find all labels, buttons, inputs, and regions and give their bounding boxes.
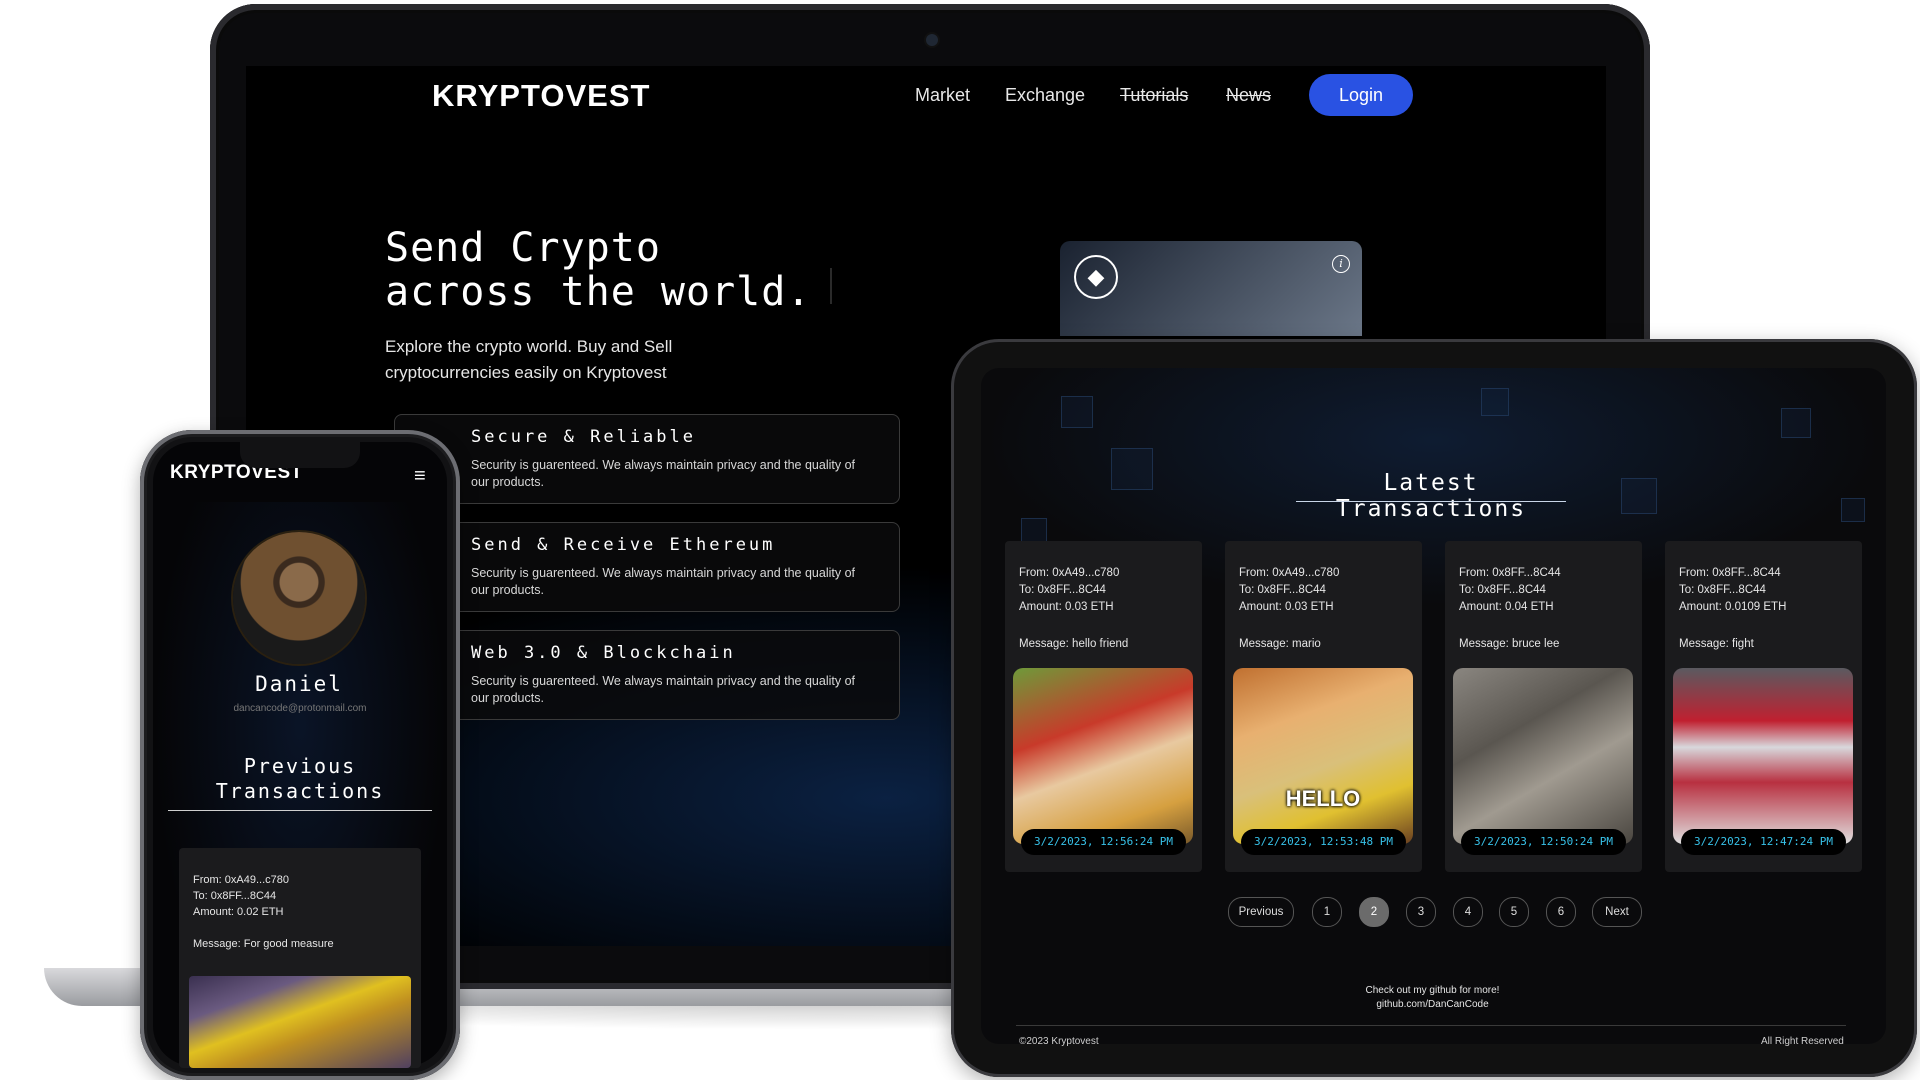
tx-from: From: 0xA49...c780 <box>1019 567 1120 579</box>
transaction-gif <box>1673 668 1853 844</box>
feature-title: Secure & Reliable <box>471 427 696 447</box>
footer-divider <box>1016 1025 1846 1026</box>
transaction-card: From: 0xA49...c780 To: 0x8FF...8C44 Amou… <box>179 848 421 1068</box>
tx-to: To: 0x8FF...8C44 <box>193 890 277 902</box>
transaction-gif <box>1453 668 1633 844</box>
info-icon[interactable]: i <box>1332 255 1350 273</box>
tx-to: To: 0x8FF...8C44 <box>1459 584 1546 596</box>
footer-github-link[interactable]: github.com/DanCanCode <box>1300 998 1565 1012</box>
ethereum-icon: ◆ <box>1074 255 1118 299</box>
footer-copyright: ©2023 Kryptovest <box>1019 1036 1099 1047</box>
laptop-camera <box>926 34 938 46</box>
tx-timestamp: 3/2/2023, 12:50:24 PM <box>1461 829 1626 855</box>
tx-message: Message: mario <box>1239 638 1321 650</box>
tx-from: From: 0xA49...c780 <box>1239 567 1340 579</box>
transaction-card: From: 0x8FF...8C44 To: 0x8FF...8C44 Amou… <box>1445 541 1642 872</box>
tx-timestamp: 3/2/2023, 12:47:24 PM <box>1681 829 1846 855</box>
tx-amount: Amount: 0.04 ETH <box>1459 601 1554 613</box>
tx-amount: Amount: 0.03 ETH <box>1239 601 1334 613</box>
transaction-card: From: 0xA49...c780 To: 0x8FF...8C44 Amou… <box>1005 541 1202 872</box>
footer-github-prompt: Check out my github for more! <box>1365 985 1500 996</box>
tx-message: Message: fight <box>1679 638 1754 650</box>
feature-title: Web 3.0 & Blockchain <box>471 643 736 663</box>
nav-exchange[interactable]: Exchange <box>1005 85 1085 106</box>
tx-message: Message: bruce lee <box>1459 638 1560 650</box>
feature-description: Security is guarenteed. We always mainta… <box>471 566 855 597</box>
pagination-next[interactable]: Next <box>1592 897 1642 927</box>
hero-subtitle: Explore the crypto world. Buy and Sell c… <box>385 337 673 382</box>
tx-to: To: 0x8FF...8C44 <box>1019 584 1106 596</box>
pagination-page-4[interactable]: 4 <box>1453 897 1483 927</box>
nav-market[interactable]: Market <box>915 85 970 106</box>
transaction-card: From: 0x8FF...8C44 To: 0x8FF...8C44 Amou… <box>1665 541 1862 872</box>
pagination-page-6[interactable]: 6 <box>1546 897 1576 927</box>
text-caret <box>830 268 832 304</box>
pagination-page-2[interactable]: 2 <box>1359 897 1389 927</box>
user-email: dancancode@protonmail.com <box>233 703 367 714</box>
tx-from: From: 0xA49...c780 <box>193 874 289 886</box>
feature-description: Security is guarenteed. We always mainta… <box>471 458 855 489</box>
tx-from: From: 0x8FF...8C44 <box>1679 567 1781 579</box>
tx-amount: Amount: 0.0109 ETH <box>1679 601 1787 613</box>
tx-to: To: 0x8FF...8C44 <box>1679 584 1766 596</box>
feature-description: Security is guarenteed. We always mainta… <box>471 674 855 705</box>
heading-underline <box>1296 501 1566 502</box>
hero-title: Send Crypto across the world. <box>385 225 812 315</box>
tx-timestamp: 3/2/2023, 12:53:48 PM <box>1241 829 1406 855</box>
ethereum-card: ◆ i <box>1060 241 1362 336</box>
footer-rights: All Right Reserved <box>1761 1036 1844 1047</box>
user-name: Daniel <box>255 672 343 696</box>
gif-caption: HELLO <box>1285 786 1361 811</box>
tx-timestamp: 3/2/2023, 12:56:24 PM <box>1021 829 1186 855</box>
transaction-card: From: 0xA49...c780 To: 0x8FF...8C44 Amou… <box>1225 541 1422 872</box>
login-button[interactable]: Login <box>1309 74 1413 116</box>
feature-title: Send & Receive Ethereum <box>471 535 776 555</box>
tx-message: Message: For good measure <box>193 938 334 950</box>
tablet-footer: Check out my github for more! github.com… <box>1300 984 1565 1012</box>
avatar <box>233 532 365 664</box>
hamburger-menu-icon[interactable]: ≡ <box>414 465 426 488</box>
tx-amount: Amount: 0.03 ETH <box>1019 601 1114 613</box>
heading-underline <box>168 810 432 811</box>
latest-transactions-heading: Latest Transactions <box>1335 470 1527 522</box>
tx-amount: Amount: 0.02 ETH <box>193 906 284 918</box>
transaction-gif <box>189 976 411 1068</box>
feature-card-secure: Secure & Reliable Security is guarenteed… <box>394 414 900 504</box>
tx-from: From: 0x8FF...8C44 <box>1459 567 1561 579</box>
phone-notch <box>240 442 360 468</box>
pagination-page-3[interactable]: 3 <box>1406 897 1436 927</box>
pagination-page-1[interactable]: 1 <box>1312 897 1342 927</box>
nav-tutorials[interactable]: Tutorials <box>1120 85 1188 106</box>
laptop-brand-logo[interactable]: KRYPTOVEST <box>432 78 650 114</box>
nav-news[interactable]: News <box>1226 85 1271 106</box>
transaction-gif <box>1013 668 1193 844</box>
tx-message: Message: hello friend <box>1019 638 1129 650</box>
previous-transactions-heading: Previous Transactions <box>215 754 385 803</box>
pagination-page-5[interactable]: 5 <box>1499 897 1529 927</box>
feature-card-web3: Web 3.0 & Blockchain Security is guarent… <box>394 630 900 720</box>
pagination-previous[interactable]: Previous <box>1228 897 1294 927</box>
tx-to: To: 0x8FF...8C44 <box>1239 584 1326 596</box>
feature-card-ethereum: Send & Receive Ethereum Security is guar… <box>394 522 900 612</box>
transaction-gif: HELLO <box>1233 668 1413 844</box>
